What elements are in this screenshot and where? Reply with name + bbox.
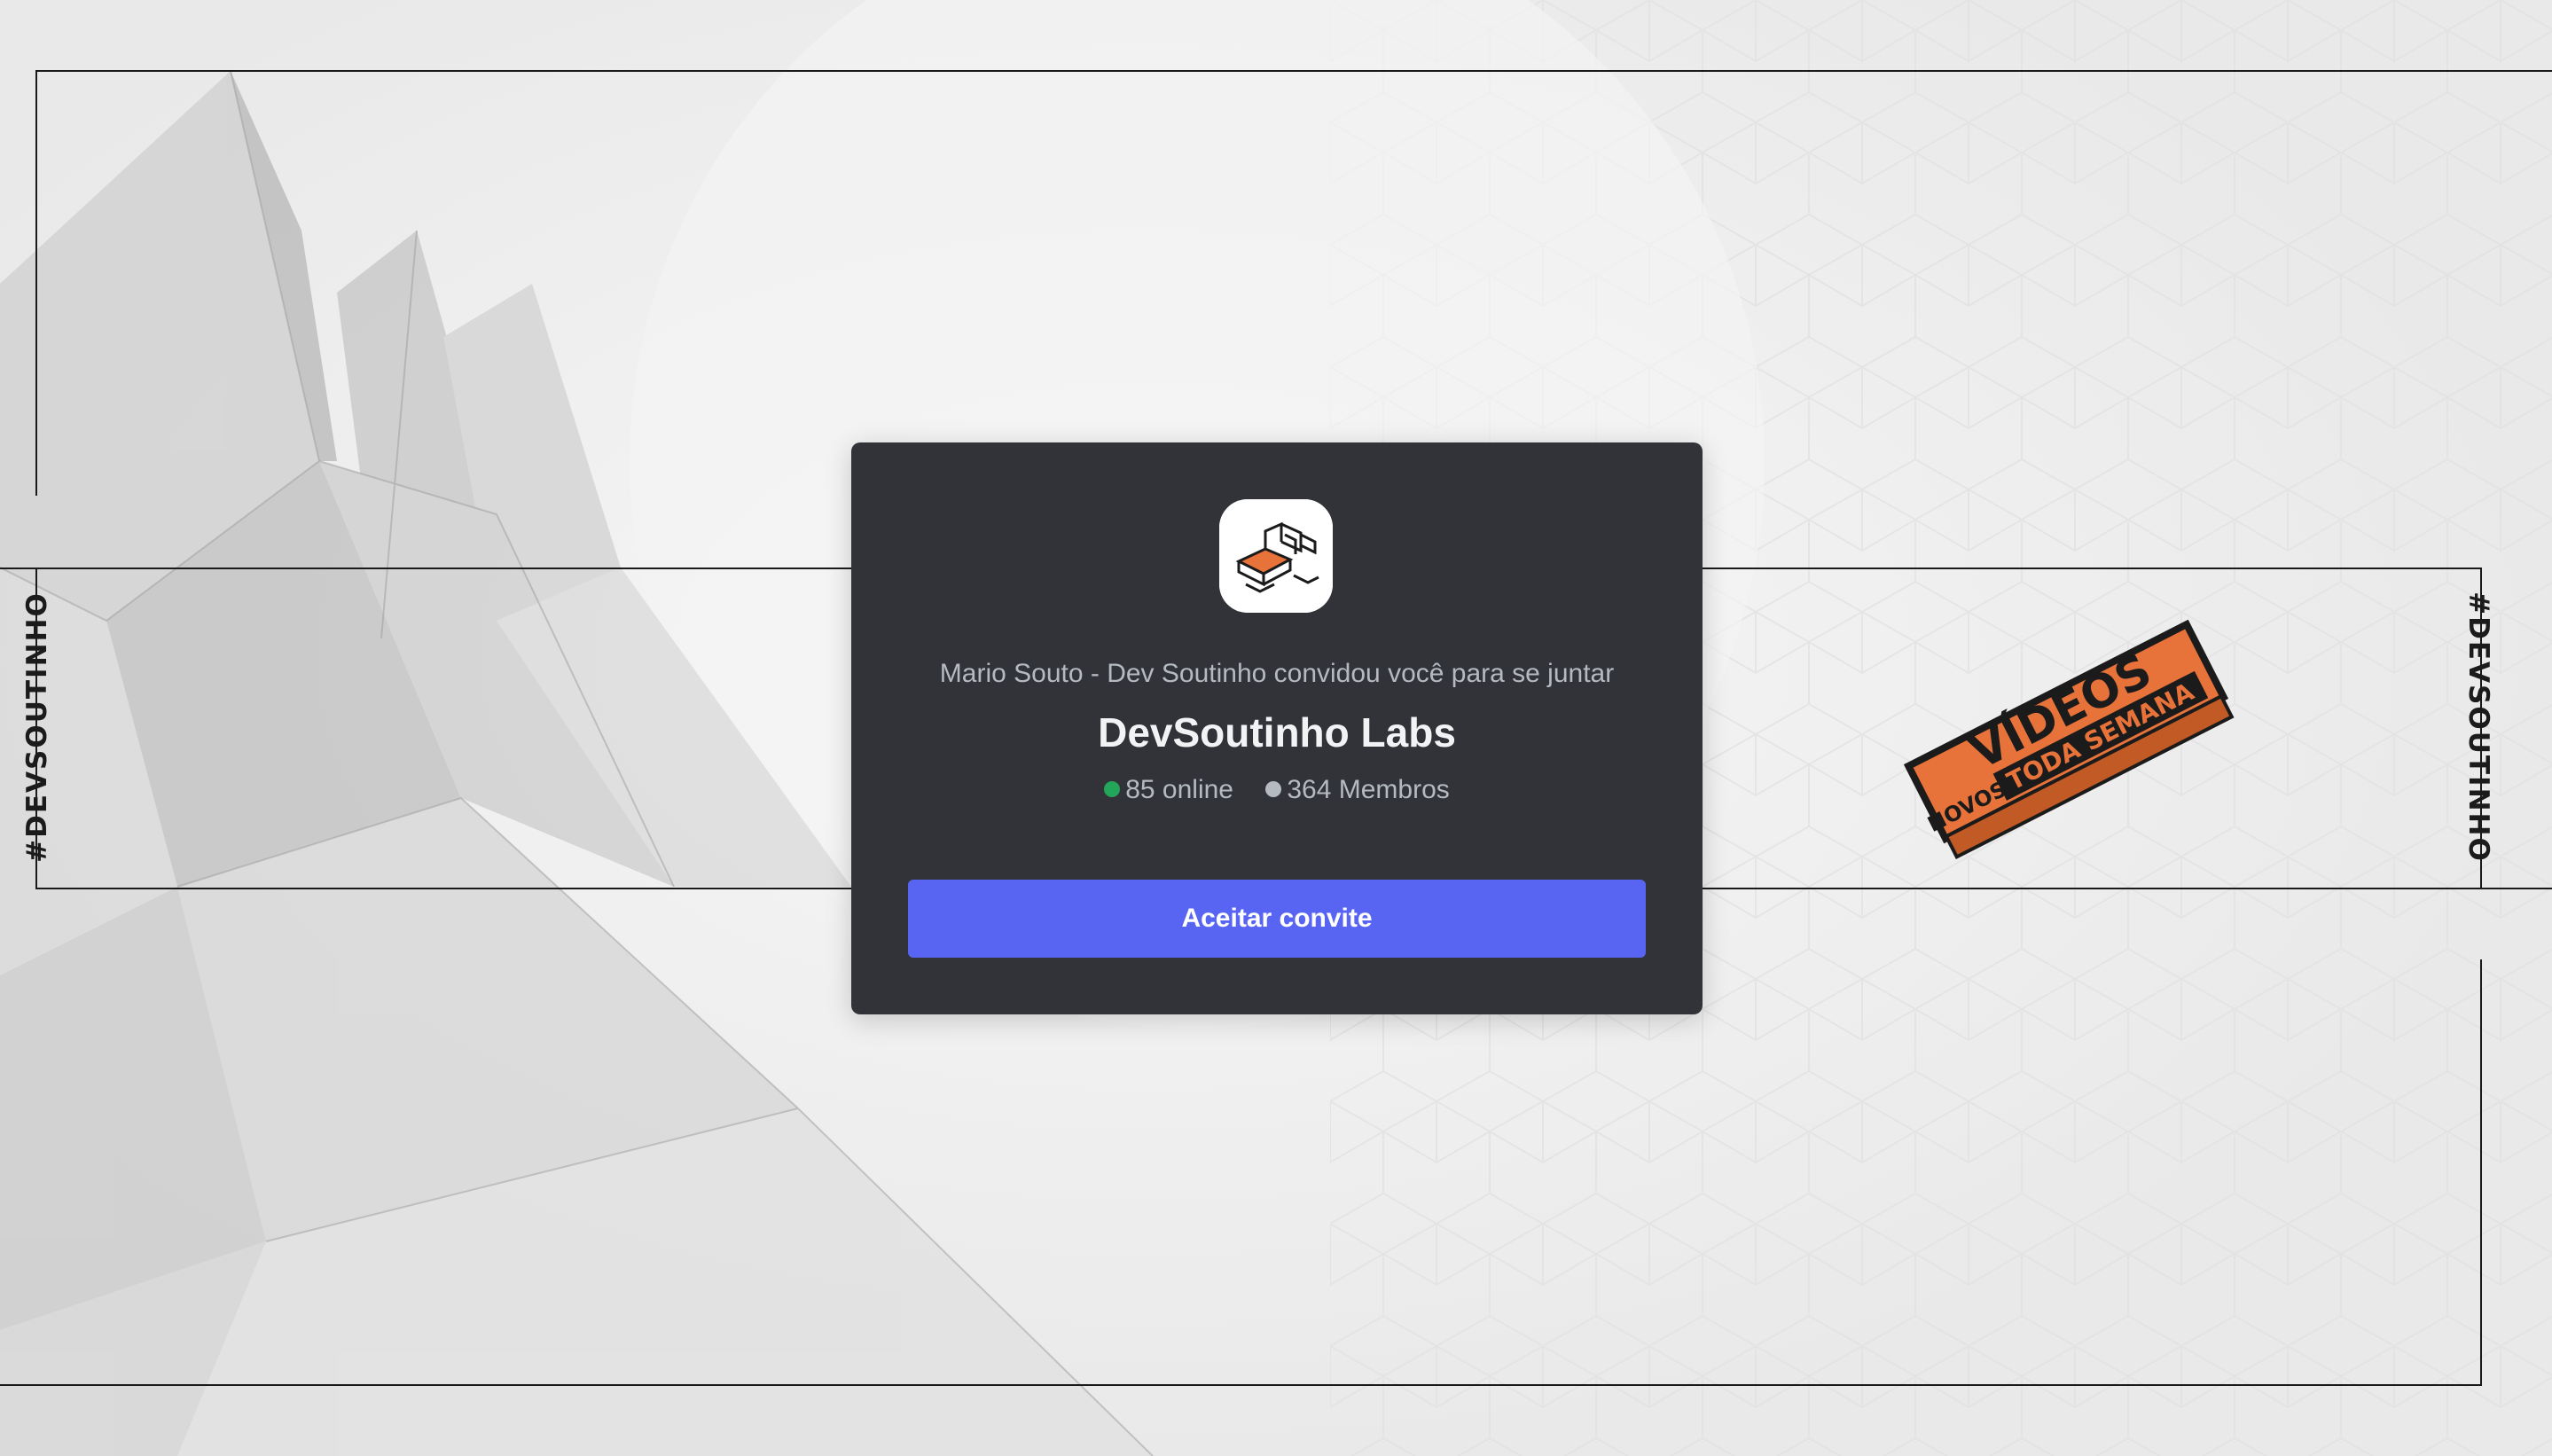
side-hashtag-left: #DEVSOUTINHO [21,591,53,863]
side-hashtag-right: #DEVSOUTINHO [2462,591,2494,863]
online-count: 85 online [1104,775,1233,805]
inviter-text: Mario Souto - Dev Soutinho convidou você… [939,659,1615,688]
frame-line-left-upper [35,70,37,496]
member-count-label: 364 Membros [1287,775,1450,805]
members-dot-icon [1265,781,1282,798]
videos-sticker: VÍDEOS TODA SEMANA NOVOS [1903,619,2235,860]
server-name: DevSoutinho Labs [1098,709,1456,755]
accept-invite-button[interactable]: Aceitar convite [908,880,1646,958]
server-icon [1219,499,1333,613]
online-dot-icon [1104,781,1121,798]
frame-line-right-lower [2480,959,2482,1385]
online-count-label: 85 online [1125,775,1233,805]
member-counts: 85 online 364 Membros [851,774,1703,805]
frame-line-bottom [0,1384,2482,1386]
invite-card: Mario Souto - Dev Soutinho convidou você… [851,442,1703,1014]
frame-line-top [35,70,2552,72]
member-count: 364 Membros [1265,775,1450,805]
